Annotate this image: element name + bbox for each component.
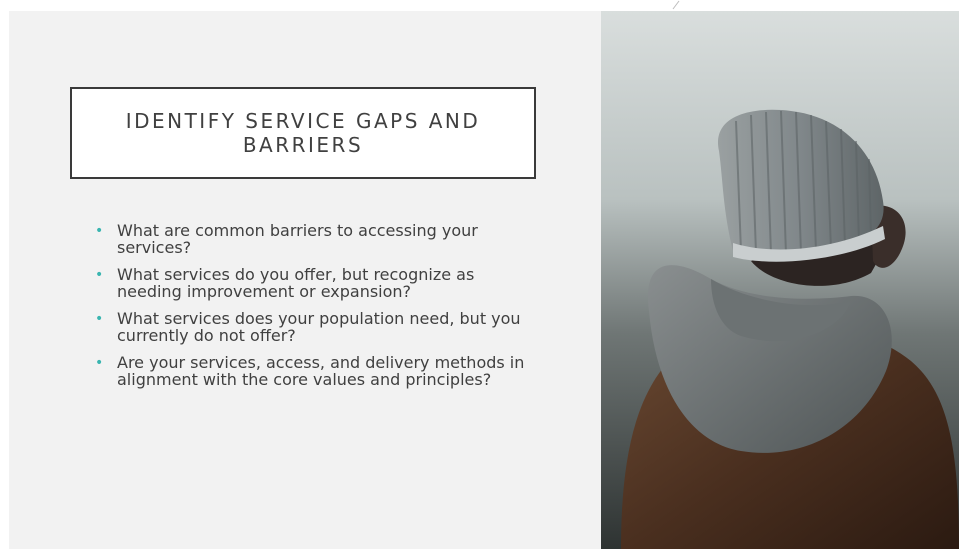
- bullet-text: What are common barriers to accessing yo…: [117, 221, 478, 257]
- bullet-text: What services do you offer, but recogniz…: [117, 265, 475, 301]
- bullet-item: • Are your services, access, and deliver…: [95, 354, 535, 388]
- title-box: IDENTIFY SERVICE GAPS AND BARRIERS: [70, 87, 536, 179]
- bullet-text: Are your services, access, and delivery …: [117, 353, 525, 389]
- bullet-item: • What are common barriers to accessing …: [95, 222, 535, 256]
- bullet-text: What services does your population need,…: [117, 309, 521, 345]
- bullet-item: • What services does your population nee…: [95, 310, 535, 344]
- bullet-icon: •: [95, 355, 104, 371]
- person-in-beanie-photo: [601, 11, 959, 549]
- slide-title: IDENTIFY SERVICE GAPS AND BARRIERS: [125, 109, 481, 157]
- slash-mark: [672, 0, 680, 10]
- bullet-item: • What services do you offer, but recogn…: [95, 266, 535, 300]
- content-panel: IDENTIFY SERVICE GAPS AND BARRIERS • Wha…: [9, 11, 601, 549]
- slide: IDENTIFY SERVICE GAPS AND BARRIERS • Wha…: [9, 11, 959, 549]
- bullet-icon: •: [95, 223, 104, 239]
- bullet-icon: •: [95, 311, 104, 327]
- bullet-icon: •: [95, 267, 104, 283]
- bullet-list: • What are common barriers to accessing …: [95, 222, 535, 398]
